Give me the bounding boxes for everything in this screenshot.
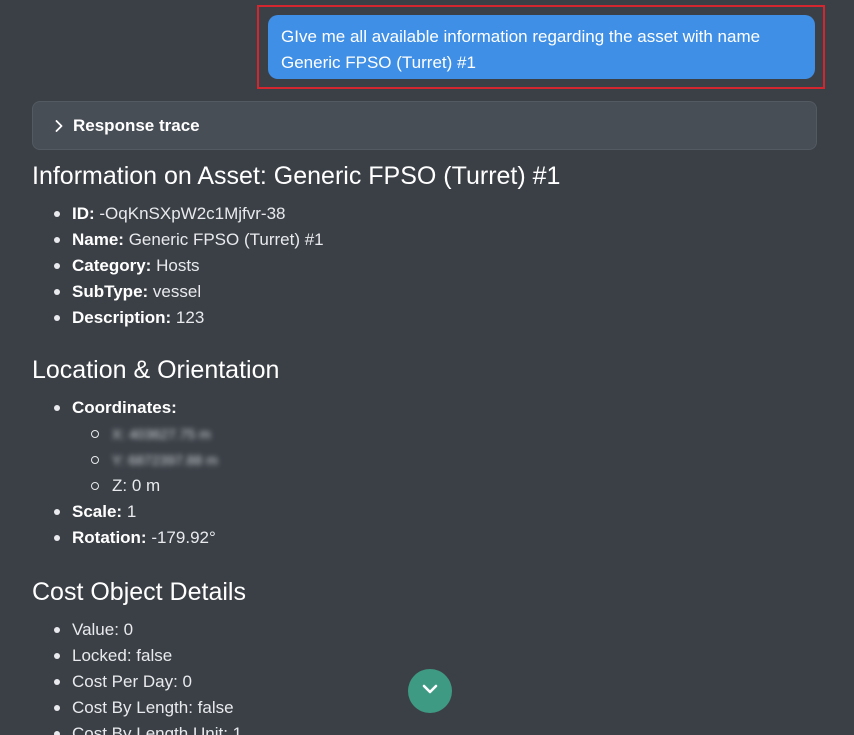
- response-trace-label: Response trace: [73, 115, 200, 135]
- location-heading: Location & Orientation: [32, 356, 280, 384]
- coordinate-z: Z: 0 m: [72, 473, 732, 499]
- item-label: ID:: [72, 204, 95, 223]
- list-item: Cost By Length: false: [32, 695, 732, 721]
- rotation-label: Rotation:: [72, 528, 147, 547]
- blurred-coordinate-x: X: 403627.75 m: [112, 426, 211, 442]
- list-item: ID: -OqKnSXpW2c1Mjfvr-38: [32, 201, 732, 227]
- item-value: vessel: [148, 282, 202, 301]
- list-item-coordinates: Coordinates: X: 403627.75 m Y: 6872397.8…: [32, 395, 732, 499]
- user-message-bubble: GIve me all available information regard…: [268, 15, 815, 79]
- asset-info-list: ID: -OqKnSXpW2c1Mjfvr-38 Name: Generic F…: [32, 201, 732, 331]
- cost-heading: Cost Object Details: [32, 578, 246, 606]
- coordinates-sublist: X: 403627.75 m Y: 6872397.88 m Z: 0 m: [72, 421, 732, 499]
- response-trace-toggle[interactable]: Response trace: [32, 101, 817, 150]
- chat-page: GIve me all available information regard…: [0, 0, 854, 735]
- list-item: Name: Generic FPSO (Turret) #1: [32, 227, 732, 253]
- scroll-to-bottom-button[interactable]: [408, 669, 452, 713]
- list-item: Value: 0: [32, 617, 732, 643]
- list-item: Description: 123: [32, 305, 732, 331]
- cost-list: Value: 0 Locked: false Cost Per Day: 0 C…: [32, 617, 732, 735]
- list-item: Locked: false: [32, 643, 732, 669]
- list-item: Category: Hosts: [32, 253, 732, 279]
- item-label: SubType:: [72, 282, 149, 301]
- asset-info-heading: Information on Asset: Generic FPSO (Turr…: [32, 162, 561, 190]
- list-item-rotation: Rotation: -179.92°: [32, 525, 732, 551]
- list-item: Cost Per Day: 0: [32, 669, 732, 695]
- item-value: Hosts: [151, 256, 200, 275]
- highlighted-user-message: GIve me all available information regard…: [257, 5, 825, 89]
- item-value: -OqKnSXpW2c1Mjfvr-38: [94, 204, 286, 223]
- list-item-scale: Scale: 1: [32, 499, 732, 525]
- item-value: Generic FPSO (Turret) #1: [123, 230, 324, 249]
- item-value: 123: [171, 308, 205, 327]
- scale-label: Scale:: [72, 502, 123, 521]
- list-item: Cost By Length Unit: 1: [32, 721, 732, 735]
- list-item: SubType: vessel: [32, 279, 732, 305]
- coordinate-x: X: 403627.75 m: [72, 421, 732, 447]
- chevron-down-icon: [420, 679, 440, 704]
- coordinate-z-text: Z: 0 m: [112, 476, 161, 495]
- coordinates-label: Coordinates:: [72, 398, 177, 417]
- location-list: Coordinates: X: 403627.75 m Y: 6872397.8…: [32, 395, 732, 551]
- chevron-right-icon: [51, 118, 67, 134]
- item-label: Description:: [72, 308, 172, 327]
- coordinate-y: Y: 6872397.88 m: [72, 447, 732, 473]
- blurred-coordinate-y: Y: 6872397.88 m: [112, 452, 218, 468]
- scale-value: 1: [122, 502, 137, 521]
- item-label: Name:: [72, 230, 124, 249]
- item-label: Category:: [72, 256, 152, 275]
- rotation-value: -179.92°: [146, 528, 216, 547]
